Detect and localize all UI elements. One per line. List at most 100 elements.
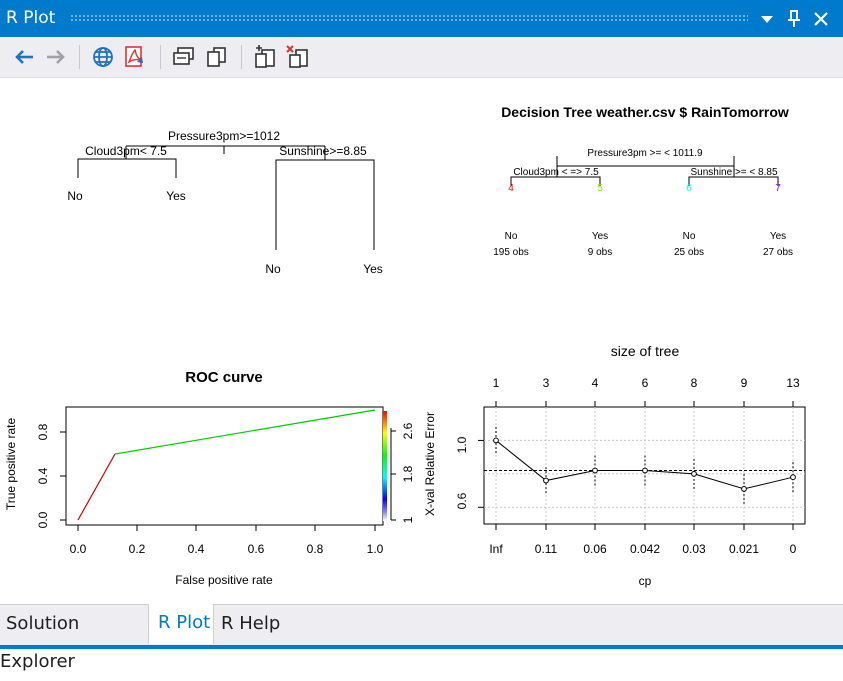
- tab-label: R Help: [221, 613, 281, 634]
- pin-button[interactable]: [782, 0, 806, 37]
- roc-x-tick: 1.0: [367, 542, 384, 556]
- roc-x-tick: 0.8: [307, 542, 324, 556]
- tree-right-split: Sunshine>=8.85: [279, 144, 367, 158]
- toolbar-separator: [241, 45, 242, 69]
- decision-tree-leaf-obs: 9 obs: [588, 247, 612, 258]
- cp-point: [592, 467, 598, 474]
- toolbar-separator: [79, 45, 80, 69]
- tree-left-split: Cloud3pm< 7.5: [85, 144, 167, 158]
- remove-icon: [286, 45, 308, 68]
- forward-button[interactable]: [42, 43, 70, 71]
- arrow-left-icon: [15, 50, 33, 64]
- cp-point: [790, 474, 796, 481]
- cp-y-tick: 1.0: [455, 436, 469, 453]
- cp-top-tick: 9: [741, 376, 748, 390]
- tree-root-split: Pressure3pm>=1012: [168, 129, 280, 143]
- close-icon: [814, 11, 828, 26]
- dropdown-menu-button[interactable]: [755, 0, 779, 37]
- cp-top-tick: 3: [543, 376, 550, 390]
- cp-top-tick: 1: [493, 376, 500, 390]
- roc-chart: ROC curve 0.0 0.2 0.4 0.6 0.8 1.0 False …: [4, 369, 437, 587]
- chevron-down-icon: [761, 15, 773, 23]
- decision-tree-leaf-class: No: [683, 231, 696, 242]
- cp-x-label: cp: [639, 574, 652, 588]
- copy-bitmap-icon: [173, 47, 194, 65]
- copy-metafile-icon: [207, 47, 226, 67]
- export-pdf-button[interactable]: [121, 43, 149, 71]
- tree-leaf: Yes: [363, 262, 383, 276]
- tab-solution-explorer[interactable]: Solution Explorer: [0, 605, 148, 672]
- decision-tree-right-split: Sunshine >= < 8.85: [690, 167, 777, 178]
- window-title-bar: R Plot: [0, 0, 843, 37]
- roc-colorbar-tick: 1.8: [401, 465, 415, 482]
- roc-segment: [114, 409, 376, 455]
- roc-x-tick: 0.0: [70, 542, 87, 556]
- decision-tree-leaf-class: Yes: [592, 231, 608, 242]
- tab-r-help[interactable]: R Help: [214, 605, 284, 643]
- cp-x-tick: 0.021: [729, 542, 759, 556]
- close-button[interactable]: [809, 0, 833, 37]
- cp-y-tick: 0.6: [455, 492, 469, 509]
- roc-x-axis: [77, 524, 376, 531]
- decision-tree-leaf-id: 5: [597, 183, 603, 194]
- copy-as-metafile-button[interactable]: [203, 43, 231, 71]
- roc-x-tick: 0.4: [188, 542, 205, 556]
- cp-top-tick: 8: [691, 376, 698, 390]
- toolbar-separator: [160, 45, 161, 69]
- cp-top-tick: 4: [592, 376, 599, 390]
- decision-tree-title: Decision Tree weather.csv $ RainTomorrow: [501, 104, 789, 120]
- roc-y-tick: 0.8: [36, 423, 50, 440]
- title-grip[interactable]: [70, 14, 748, 21]
- cp-axes: Inf 0.11 0.06 0.042 0.03 0.021 01 3 4 6 8 9 13: [478, 376, 805, 556]
- cp-point: [691, 470, 697, 477]
- decision-tree-leaf-class: Yes: [770, 231, 786, 242]
- window-title: R Plot: [6, 8, 56, 28]
- plot-canvas: Pressure3pm>=1012 Cloud3pm< 7.5 Sunshine…: [4, 104, 806, 588]
- cp-point: [493, 437, 499, 444]
- roc-y-tick: 0.0: [36, 511, 50, 528]
- copy-as-bitmap-button[interactable]: [170, 43, 198, 71]
- cp-x-tick: 0.11: [535, 542, 558, 556]
- status-accent-bar: [0, 645, 843, 649]
- tree-leaf: Yes: [166, 189, 186, 203]
- back-button[interactable]: [10, 43, 38, 71]
- arrow-right-icon: [47, 50, 65, 64]
- cp-x-tick: 0: [790, 542, 797, 556]
- new-plot-window-button[interactable]: [251, 43, 279, 71]
- new-window-icon: [255, 45, 275, 68]
- cp-grid: [484, 407, 805, 524]
- decision-tree-leaf-class: No: [505, 231, 518, 242]
- cp-x-tick: Inf: [489, 542, 503, 556]
- plot-toolbar: [0, 37, 843, 78]
- tab-bar: Solution Explorer R Plot R Help: [0, 604, 843, 672]
- tree-leaf: No: [265, 262, 281, 276]
- cp-title: size of tree: [611, 343, 680, 359]
- tab-r-plot[interactable]: R Plot: [148, 604, 214, 644]
- remove-plot-button[interactable]: [284, 43, 312, 71]
- roc-colorbar-label: X-val Relative Error: [423, 412, 437, 516]
- roc-colorbar-tick: 2.6: [401, 422, 415, 439]
- roc-x-tick: 0.6: [248, 542, 265, 556]
- cp-top-tick: 13: [786, 376, 800, 390]
- roc-y-axis: [60, 431, 67, 521]
- cp-x-tick: 0.03: [682, 542, 706, 556]
- roc-x-label: False positive rate: [175, 573, 273, 587]
- roc-y-label: True positive rate: [4, 418, 18, 511]
- decision-tree-leaf-id: 7: [775, 183, 781, 194]
- decision-tree-root-split: Pressure3pm >= < 1011.9: [587, 148, 703, 159]
- decision-tree-leaf-obs: 25 obs: [674, 247, 704, 258]
- decision-tree-leaf-obs: 27 obs: [763, 247, 793, 258]
- cp-point: [741, 486, 747, 492]
- cp-chart: size of tree Inf 0.11 0.06 0.042 0.03 0.021 0 1…: [455, 343, 806, 588]
- cp-x-tick: 0.06: [583, 542, 607, 556]
- pin-icon: [788, 9, 800, 27]
- tree-plot: [77, 145, 375, 250]
- export-web-button[interactable]: [89, 43, 117, 71]
- tree-leaf: No: [67, 189, 83, 203]
- roc-x-tick: 0.2: [129, 542, 146, 556]
- decision-tree-leaf-id: 6: [686, 183, 692, 194]
- roc-colorbar-axis: [390, 428, 396, 521]
- pdf-icon: [125, 46, 143, 67]
- cp-x-tick: 0.042: [630, 542, 660, 556]
- decision-tree-left-split: Cloud3pm < => 7.5: [513, 167, 599, 178]
